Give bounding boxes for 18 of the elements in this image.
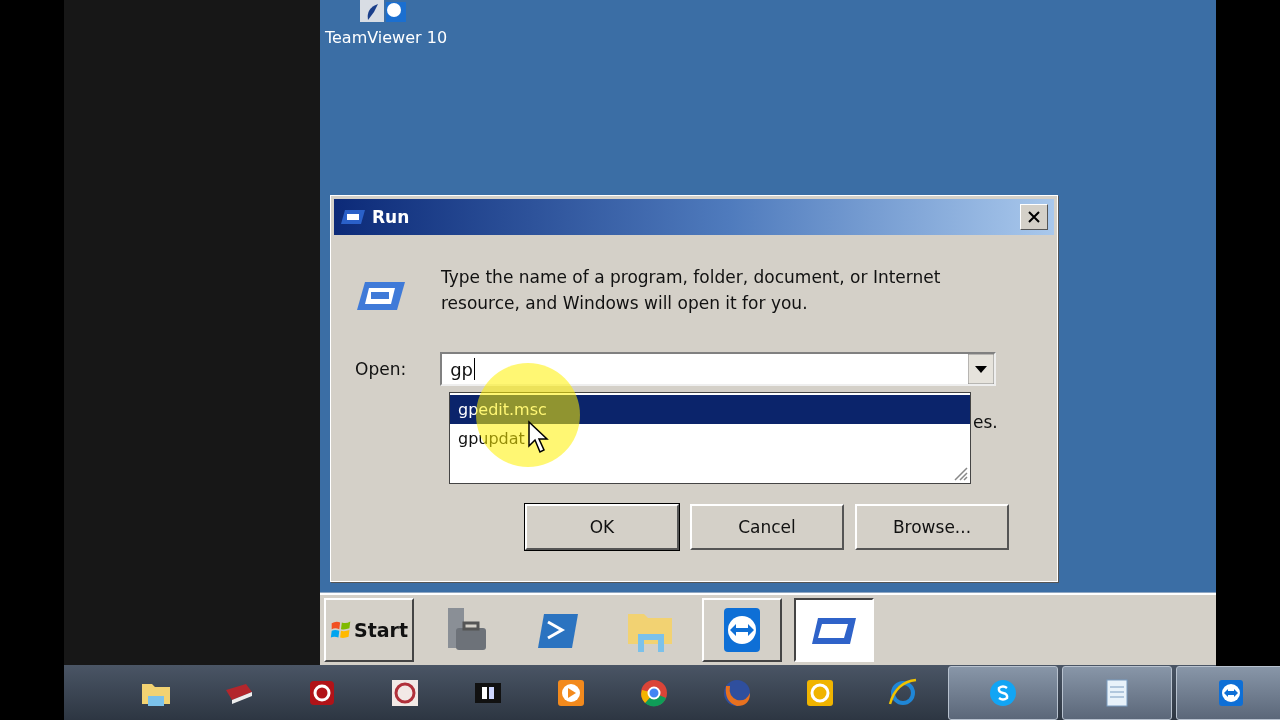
dialog-button[interactable]: Cancel — [690, 504, 844, 550]
taskbar-button[interactable] — [794, 598, 874, 662]
window-icon — [340, 208, 366, 226]
window-title: Run — [372, 207, 411, 227]
resize-grip-icon[interactable] — [952, 465, 968, 481]
note-text: es. — [973, 412, 998, 432]
open-field[interactable]: gp — [440, 352, 997, 386]
dropdown-icon[interactable] — [968, 354, 995, 384]
dialog-button[interactable]: OK — [525, 504, 679, 550]
start-button[interactable]: Start — [324, 598, 414, 662]
open-label: Open: — [355, 359, 407, 379]
icon-label[interactable]: TeamViewer 10 — [324, 28, 448, 47]
description-text: Type the name of a program, folder, document, or Internet resource, and Windows will open it for you. — [441, 266, 942, 315]
close-icon — [1027, 210, 1041, 224]
taskbar-button[interactable] — [1176, 665, 1280, 720]
pointer-icon — [527, 420, 549, 454]
close-button[interactable] — [1020, 204, 1048, 230]
dialog-button[interactable]: Browse... — [855, 504, 1009, 550]
